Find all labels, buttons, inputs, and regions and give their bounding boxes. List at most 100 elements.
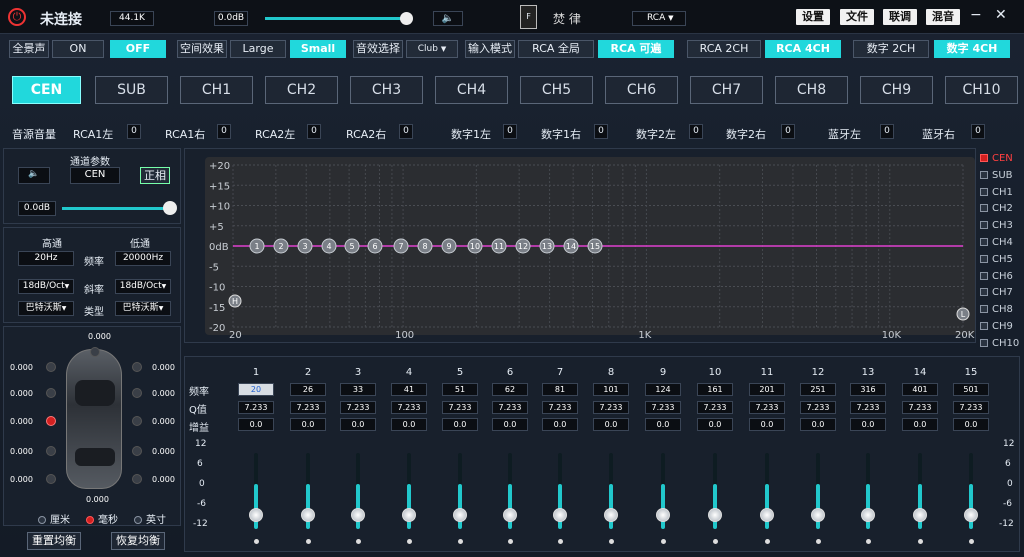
- band-freq-2[interactable]: 26: [290, 383, 326, 396]
- band-q-4[interactable]: 7.233: [391, 401, 427, 414]
- band-slider-9[interactable]: [656, 453, 670, 529]
- chlist-item-ch5[interactable]: CH5: [980, 254, 1013, 265]
- eq-graph[interactable]: +20+15+10+50dB-5-10-15-2020 100 1K 10K 20K1 2…: [185, 149, 975, 342]
- band-slider-knob[interactable]: [249, 508, 263, 522]
- band-gain-9[interactable]: 0.0: [645, 418, 681, 431]
- speaker-left-3[interactable]: [46, 446, 56, 456]
- band-slider-11[interactable]: [760, 453, 774, 529]
- tab-ch6[interactable]: CH6: [605, 76, 678, 104]
- tab-ch4[interactable]: CH4: [435, 76, 508, 104]
- tab-ch7[interactable]: CH7: [690, 76, 763, 104]
- speaker-right-0[interactable]: [132, 362, 142, 372]
- band-gain-8[interactable]: 0.0: [593, 418, 629, 431]
- band-slider-1[interactable]: [249, 453, 263, 529]
- band-gain-11[interactable]: 0.0: [749, 418, 785, 431]
- unit-ms[interactable]: 毫秒: [86, 511, 118, 526]
- band-q-14[interactable]: 7.233: [902, 401, 938, 414]
- source-value-9[interactable]: 0: [971, 124, 985, 139]
- tab-ch8[interactable]: CH8: [775, 76, 848, 104]
- band-q-3[interactable]: 7.233: [340, 401, 376, 414]
- power-icon[interactable]: ⏻: [8, 8, 26, 26]
- phase-button[interactable]: 正相: [140, 167, 170, 184]
- rca-4ch-button[interactable]: RCA 4CH: [765, 40, 841, 58]
- input-select[interactable]: RCA ▼: [632, 11, 686, 26]
- band-q-9[interactable]: 7.233: [645, 401, 681, 414]
- speaker-right-4[interactable]: [132, 474, 142, 484]
- band-q-10[interactable]: 7.233: [697, 401, 733, 414]
- band-gain-1[interactable]: 0.0: [238, 418, 274, 431]
- eq-node-9[interactable]: 9: [441, 238, 457, 254]
- band-q-6[interactable]: 7.233: [492, 401, 528, 414]
- band-q-11[interactable]: 7.233: [749, 401, 785, 414]
- band-slider-2[interactable]: [301, 453, 315, 529]
- band-freq-8[interactable]: 101: [593, 383, 629, 396]
- band-gain-5[interactable]: 0.0: [442, 418, 478, 431]
- band-gain-3[interactable]: 0.0: [340, 418, 376, 431]
- source-value-4[interactable]: 0: [503, 124, 517, 139]
- band-slider-knob[interactable]: [351, 508, 365, 522]
- band-freq-4[interactable]: 41: [391, 383, 427, 396]
- fullscene-off-button[interactable]: OFF: [110, 40, 166, 58]
- source-value-1[interactable]: 0: [217, 124, 231, 139]
- eq-node-4[interactable]: 4: [321, 238, 337, 254]
- band-gain-14[interactable]: 0.0: [902, 418, 938, 431]
- source-value-0[interactable]: 0: [127, 124, 141, 139]
- band-q-13[interactable]: 7.233: [850, 401, 886, 414]
- speaker-left-2[interactable]: [46, 416, 56, 426]
- file-button[interactable]: 文件: [840, 9, 874, 25]
- band-slider-knob[interactable]: [964, 508, 978, 522]
- band-freq-3[interactable]: 33: [340, 383, 376, 396]
- band-freq-7[interactable]: 81: [542, 383, 578, 396]
- tab-ch2[interactable]: CH2: [265, 76, 338, 104]
- speaker-right-1[interactable]: [132, 388, 142, 398]
- reset-eq-button[interactable]: 重置均衡: [27, 532, 81, 550]
- highpass-freq[interactable]: 20Hz: [18, 251, 74, 266]
- band-q-7[interactable]: 7.233: [542, 401, 578, 414]
- band-slider-knob[interactable]: [553, 508, 567, 522]
- channel-gain-knob[interactable]: [163, 201, 177, 215]
- speaker-left-1[interactable]: [46, 388, 56, 398]
- highpass-type-select[interactable]: 巴特沃斯▼: [18, 301, 74, 316]
- eq-node-1[interactable]: 1: [249, 238, 265, 254]
- chlist-item-ch4[interactable]: CH4: [980, 237, 1013, 248]
- eq-node-8[interactable]: 8: [417, 238, 433, 254]
- lowpass-type-select[interactable]: 巴特沃斯▼: [115, 301, 171, 316]
- lowpass-freq[interactable]: 20000Hz: [115, 251, 171, 266]
- band-freq-11[interactable]: 201: [749, 383, 785, 396]
- linkage-button[interactable]: 联调: [883, 9, 917, 25]
- digital-2ch-button[interactable]: 数字 2CH: [853, 40, 929, 58]
- rca-2ch-button[interactable]: RCA 2CH: [687, 40, 761, 58]
- eq-node-12[interactable]: 12: [515, 238, 531, 254]
- band-slider-4[interactable]: [402, 453, 416, 529]
- band-freq-5[interactable]: 51: [442, 383, 478, 396]
- band-slider-knob[interactable]: [402, 508, 416, 522]
- band-slider-knob[interactable]: [503, 508, 517, 522]
- band-q-1[interactable]: 7.233: [238, 401, 274, 414]
- chlist-item-ch9[interactable]: CH9: [980, 321, 1013, 332]
- band-gain-7[interactable]: 0.0: [542, 418, 578, 431]
- band-q-5[interactable]: 7.233: [442, 401, 478, 414]
- eq-node-10[interactable]: 10: [467, 238, 483, 254]
- unit-cm[interactable]: 厘米: [38, 511, 70, 526]
- speaker-left-4[interactable]: [46, 474, 56, 484]
- band-gain-10[interactable]: 0.0: [697, 418, 733, 431]
- tab-ch3[interactable]: CH3: [350, 76, 423, 104]
- band-slider-knob[interactable]: [604, 508, 618, 522]
- tab-ch5[interactable]: CH5: [520, 76, 593, 104]
- band-slider-14[interactable]: [913, 453, 927, 529]
- channel-mute-button[interactable]: 🔈: [18, 167, 50, 184]
- band-gain-6[interactable]: 0.0: [492, 418, 528, 431]
- band-freq-9[interactable]: 124: [645, 383, 681, 396]
- source-value-2[interactable]: 0: [307, 124, 321, 139]
- digital-4ch-button[interactable]: 数字 4CH: [934, 40, 1010, 58]
- speaker-right-2[interactable]: [132, 416, 142, 426]
- band-gain-2[interactable]: 0.0: [290, 418, 326, 431]
- fullscene-on-button[interactable]: ON: [52, 40, 104, 58]
- effect-small-button[interactable]: Small: [290, 40, 346, 58]
- band-gain-4[interactable]: 0.0: [391, 418, 427, 431]
- band-slider-3[interactable]: [351, 453, 365, 529]
- source-value-6[interactable]: 0: [689, 124, 703, 139]
- chlist-item-ch6[interactable]: CH6: [980, 271, 1013, 282]
- tab-ch9[interactable]: CH9: [860, 76, 933, 104]
- tab-ch1[interactable]: CH1: [180, 76, 253, 104]
